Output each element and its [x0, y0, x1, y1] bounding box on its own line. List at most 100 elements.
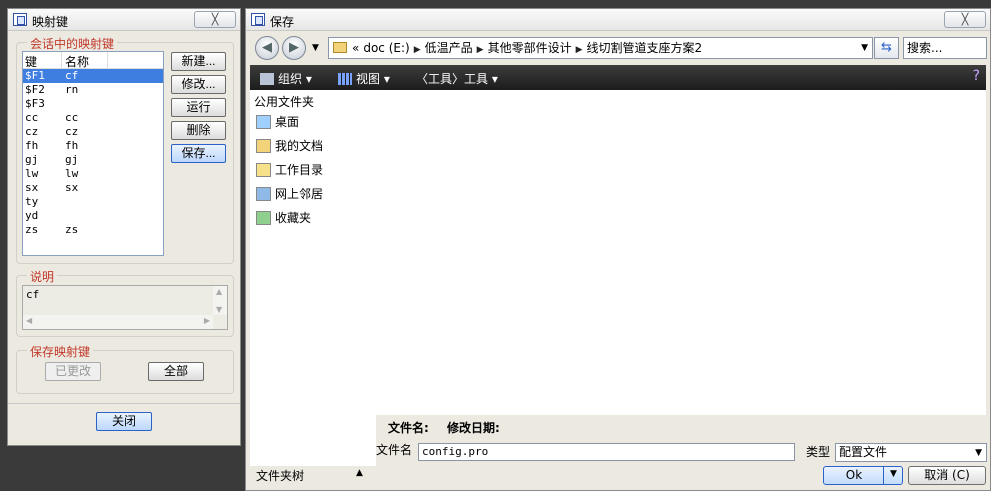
folder-tree-toggle[interactable]: 文件夹树 ▲	[256, 467, 363, 484]
search-input[interactable]: 搜索...	[903, 37, 987, 59]
list-header-key[interactable]: 键	[25, 53, 37, 70]
mapkeys-titlebar[interactable]: 映射键 ╳	[8, 9, 240, 31]
all-button[interactable]: 全部	[148, 362, 204, 381]
mapkeys-close-icon[interactable]: ╳	[194, 11, 236, 28]
changed-button[interactable]: 已更改	[45, 362, 101, 381]
history-dropdown-icon[interactable]: ▼	[312, 43, 319, 53]
scroll-right-icon[interactable]: ▶	[204, 316, 210, 325]
mapkey-key: zs	[25, 223, 39, 236]
mapkey-key: yd	[25, 209, 39, 222]
mapkey-key: cz	[25, 125, 39, 138]
address-prefix[interactable]: «	[352, 41, 359, 55]
breadcrumb-chevron-icon[interactable]: ▶	[414, 45, 421, 55]
scroll-down-icon[interactable]: ▼	[216, 305, 222, 314]
mapkeys-list[interactable]: 键 名称 $F1 cf $F2 rn $F3 cc cc cz cz fh fh gj gj lw lw sx…	[22, 51, 164, 256]
tools-label: 〈工具〉工具	[416, 72, 489, 86]
network-icon	[256, 187, 271, 201]
nav-item-working-dir[interactable]: 工作目录	[256, 161, 323, 178]
delete-mapkey-button[interactable]: 删除	[171, 121, 226, 140]
breadcrumb-item[interactable]: 低温产品	[425, 41, 473, 55]
breadcrumb-item[interactable]: 其他零部件设计	[488, 41, 572, 55]
mapkey-name: cc	[65, 111, 79, 124]
refresh-icon[interactable]: ⇆	[874, 37, 899, 59]
work-folder-icon	[256, 163, 271, 177]
mapkey-row[interactable]: lw lw	[23, 167, 163, 181]
documents-icon	[256, 139, 271, 153]
breadcrumb-item[interactable]: 线切割管道支座方案2	[587, 41, 703, 55]
mapkey-key: $F3	[25, 97, 45, 110]
nav-item-label: 桌面	[275, 115, 300, 129]
list-header-name[interactable]: 名称	[65, 53, 89, 70]
mapkey-key: ty	[25, 195, 39, 208]
folder-icon	[333, 42, 347, 53]
mapkey-row[interactable]: ty	[23, 195, 163, 209]
filename-input[interactable]: config.pro	[418, 443, 795, 461]
forward-arrow-icon[interactable]: ▶	[282, 36, 306, 60]
description-vscroll[interactable]: ▲ ▼	[213, 286, 227, 315]
new-mapkey-button[interactable]: 新建...	[171, 52, 226, 71]
breadcrumb-chevron-icon[interactable]: ▶	[576, 45, 583, 55]
app-window-icon	[251, 13, 265, 26]
mapkey-row[interactable]: $F1 cf	[23, 69, 163, 83]
navigation-pane: 公用文件夹 桌面 我的文档 工作目录 网上邻居 收藏夹	[250, 90, 376, 466]
mapkey-name: gj	[65, 153, 79, 166]
tools-menu[interactable]: 〈工具〉工具 ▾	[416, 70, 498, 87]
description-text-area[interactable]: cf ▲ ▼ ◀ ▶	[22, 285, 228, 330]
save-mapkey-button[interactable]: 保存...	[171, 144, 226, 163]
breadcrumb-item[interactable]: doc (E:)	[363, 41, 409, 55]
mapkey-name: cz	[65, 125, 79, 138]
chevron-up-icon: ▲	[356, 468, 363, 478]
description-text: cf	[26, 288, 40, 301]
description-hscroll[interactable]: ◀ ▶	[23, 315, 213, 329]
mapkey-row[interactable]: cc cc	[23, 111, 163, 125]
nav-item-label: 我的文档	[275, 139, 324, 153]
run-mapkey-button[interactable]: 运行	[171, 98, 226, 117]
scroll-left-icon[interactable]: ◀	[26, 316, 32, 325]
nav-item-network[interactable]: 网上邻居	[256, 185, 323, 202]
column-modified[interactable]: 修改日期:	[447, 421, 500, 435]
mapkey-name: lw	[65, 167, 79, 180]
file-list-area[interactable]	[376, 90, 986, 415]
mapkey-row[interactable]: zs zs	[23, 223, 163, 237]
save-close-icon[interactable]: ╳	[944, 11, 986, 28]
breadcrumb-chevron-icon[interactable]: ▶	[477, 45, 484, 55]
nav-item-favorites[interactable]: 收藏夹	[256, 209, 311, 226]
address-bar[interactable]: « doc (E:) ▶ 低温产品 ▶ 其他零部件设计 ▶ 线切割管道支座方案2 ▼	[328, 37, 873, 59]
session-mapkeys-group-title: 会话中的映射键	[27, 35, 118, 52]
scroll-up-icon[interactable]: ▲	[216, 287, 222, 296]
mapkey-row[interactable]: $F3	[23, 97, 163, 111]
help-icon[interactable]: ?	[973, 68, 980, 84]
mapkey-row[interactable]: yd	[23, 209, 163, 223]
view-icon	[338, 73, 352, 85]
view-menu[interactable]: 视图 ▾	[338, 70, 390, 87]
favorites-icon	[256, 211, 271, 225]
mapkey-row[interactable]: cz cz	[23, 125, 163, 139]
desktop-icon	[256, 115, 271, 129]
save-titlebar[interactable]: 保存 ╳	[246, 9, 990, 31]
mapkey-row[interactable]: $F2 rn	[23, 83, 163, 97]
mapkeys-list-rows: $F1 cf $F2 rn $F3 cc cc cz cz fh fh gj gj lw lw sx sx ty y…	[23, 69, 163, 237]
mapkey-row[interactable]: gj gj	[23, 153, 163, 167]
modify-mapkey-button[interactable]: 修改...	[171, 75, 226, 94]
nav-item-desktop[interactable]: 桌面	[256, 113, 299, 130]
file-type-value: 配置文件	[839, 445, 888, 459]
mapkey-key: sx	[25, 181, 39, 194]
cancel-button[interactable]: 取消 (C)	[908, 466, 986, 485]
address-dropdown-icon[interactable]: ▼	[861, 38, 868, 58]
type-label: 类型	[806, 445, 831, 459]
mapkeys-dialog: 映射键 ╳ 会话中的映射键 键 名称 $F1 cf $F2 rn $F3 cc cc cz cz…	[7, 8, 241, 446]
nav-item-documents[interactable]: 我的文档	[256, 137, 323, 154]
ok-dropdown-icon[interactable]: ▼	[883, 466, 903, 485]
close-dialog-button[interactable]: 关闭	[96, 412, 152, 431]
organize-menu[interactable]: 组织 ▾	[260, 70, 312, 87]
chevron-down-icon[interactable]: ▼	[975, 445, 982, 462]
mapkey-name: sx	[65, 181, 79, 194]
file-type-select[interactable]: 配置文件 ▼	[835, 443, 987, 462]
mapkey-row[interactable]: sx sx	[23, 181, 163, 195]
folder-tree-label: 文件夹树	[256, 469, 305, 483]
mapkey-key: cc	[25, 111, 39, 124]
column-filename[interactable]: 文件名:	[388, 421, 429, 435]
back-arrow-icon[interactable]: ◀	[255, 36, 279, 60]
organize-label: 组织	[278, 72, 303, 86]
mapkey-row[interactable]: fh fh	[23, 139, 163, 153]
